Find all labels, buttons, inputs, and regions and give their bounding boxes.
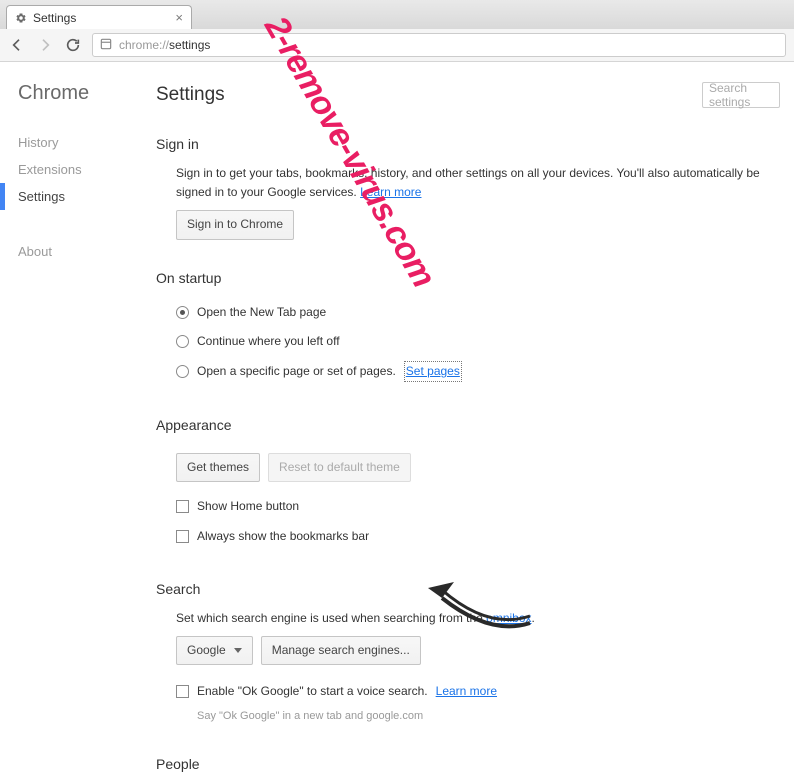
sidebar-item-settings[interactable]: Settings [0,183,148,210]
radio-icon [176,365,189,378]
sidebar-item-extensions[interactable]: Extensions [18,156,148,183]
browser-tab[interactable]: Settings × [6,5,192,29]
checkbox-icon [176,530,189,543]
browser-toolbar: chrome://settings [0,29,794,62]
section-title-people: People [156,756,780,772]
startup-option-newtab[interactable]: Open the New Tab page [176,298,780,327]
url-text: chrome://settings [119,38,210,52]
show-home-checkbox[interactable]: Show Home button [176,492,780,521]
section-title-appearance: Appearance [156,417,780,433]
reload-button[interactable] [64,36,82,54]
page-icon [99,37,113,54]
section-title-startup: On startup [156,270,780,286]
page-title: Settings [156,84,225,106]
signin-text: Sign in to get your tabs, bookmarks, his… [176,166,760,199]
set-pages-link[interactable]: Set pages [404,361,462,382]
ok-google-hint: Say "Ok Google" in a new tab and google.… [176,708,780,726]
radio-icon [176,335,189,348]
search-settings-input[interactable]: Search settings [702,82,780,108]
sidebar: Chrome History Extensions Settings About [0,62,148,686]
show-bookmarks-checkbox[interactable]: Always show the bookmarks bar [176,522,780,551]
signin-learn-more-link[interactable]: Learn more [360,185,421,199]
get-themes-button[interactable]: Get themes [176,453,260,482]
sidebar-title: Chrome [18,82,148,105]
url-bar[interactable]: chrome://settings [92,33,786,57]
section-title-search: Search [156,581,780,597]
gear-icon [15,12,27,24]
section-search: Search Set which search engine is used w… [156,581,780,726]
section-people: People [156,756,780,772]
tab-strip: Settings × [0,0,794,29]
manage-search-engines-button[interactable]: Manage search engines... [261,636,421,665]
section-signin: Sign in Sign in to get your tabs, bookma… [156,136,780,240]
section-title-signin: Sign in [156,136,780,152]
main-panel: Settings Search settings Sign in Sign in… [148,62,794,686]
sidebar-item-history[interactable]: History [18,129,148,156]
ok-google-checkbox[interactable]: Enable "Ok Google" to start a voice sear… [176,677,780,706]
radio-icon [176,306,189,319]
startup-option-specific[interactable]: Open a specific page or set of pages. Se… [176,356,780,387]
close-icon[interactable]: × [175,11,183,24]
back-button[interactable] [8,36,26,54]
startup-option-continue[interactable]: Continue where you left off [176,327,780,356]
forward-button[interactable] [36,36,54,54]
chevron-down-icon [234,648,242,653]
section-startup: On startup Open the New Tab page Continu… [156,270,780,388]
search-engine-dropdown[interactable]: Google [176,636,253,665]
section-appearance: Appearance Get themes Reset to default t… [156,417,780,551]
checkbox-icon [176,500,189,513]
signin-button[interactable]: Sign in to Chrome [176,210,294,239]
tab-title: Settings [33,11,76,25]
page-content: Chrome History Extensions Settings About… [0,62,794,686]
sidebar-item-about[interactable]: About [18,238,148,265]
omnibox-link[interactable]: omnibox [486,611,531,625]
checkbox-icon [176,685,189,698]
ok-google-learn-more-link[interactable]: Learn more [436,682,497,701]
reset-theme-button: Reset to default theme [268,453,411,482]
